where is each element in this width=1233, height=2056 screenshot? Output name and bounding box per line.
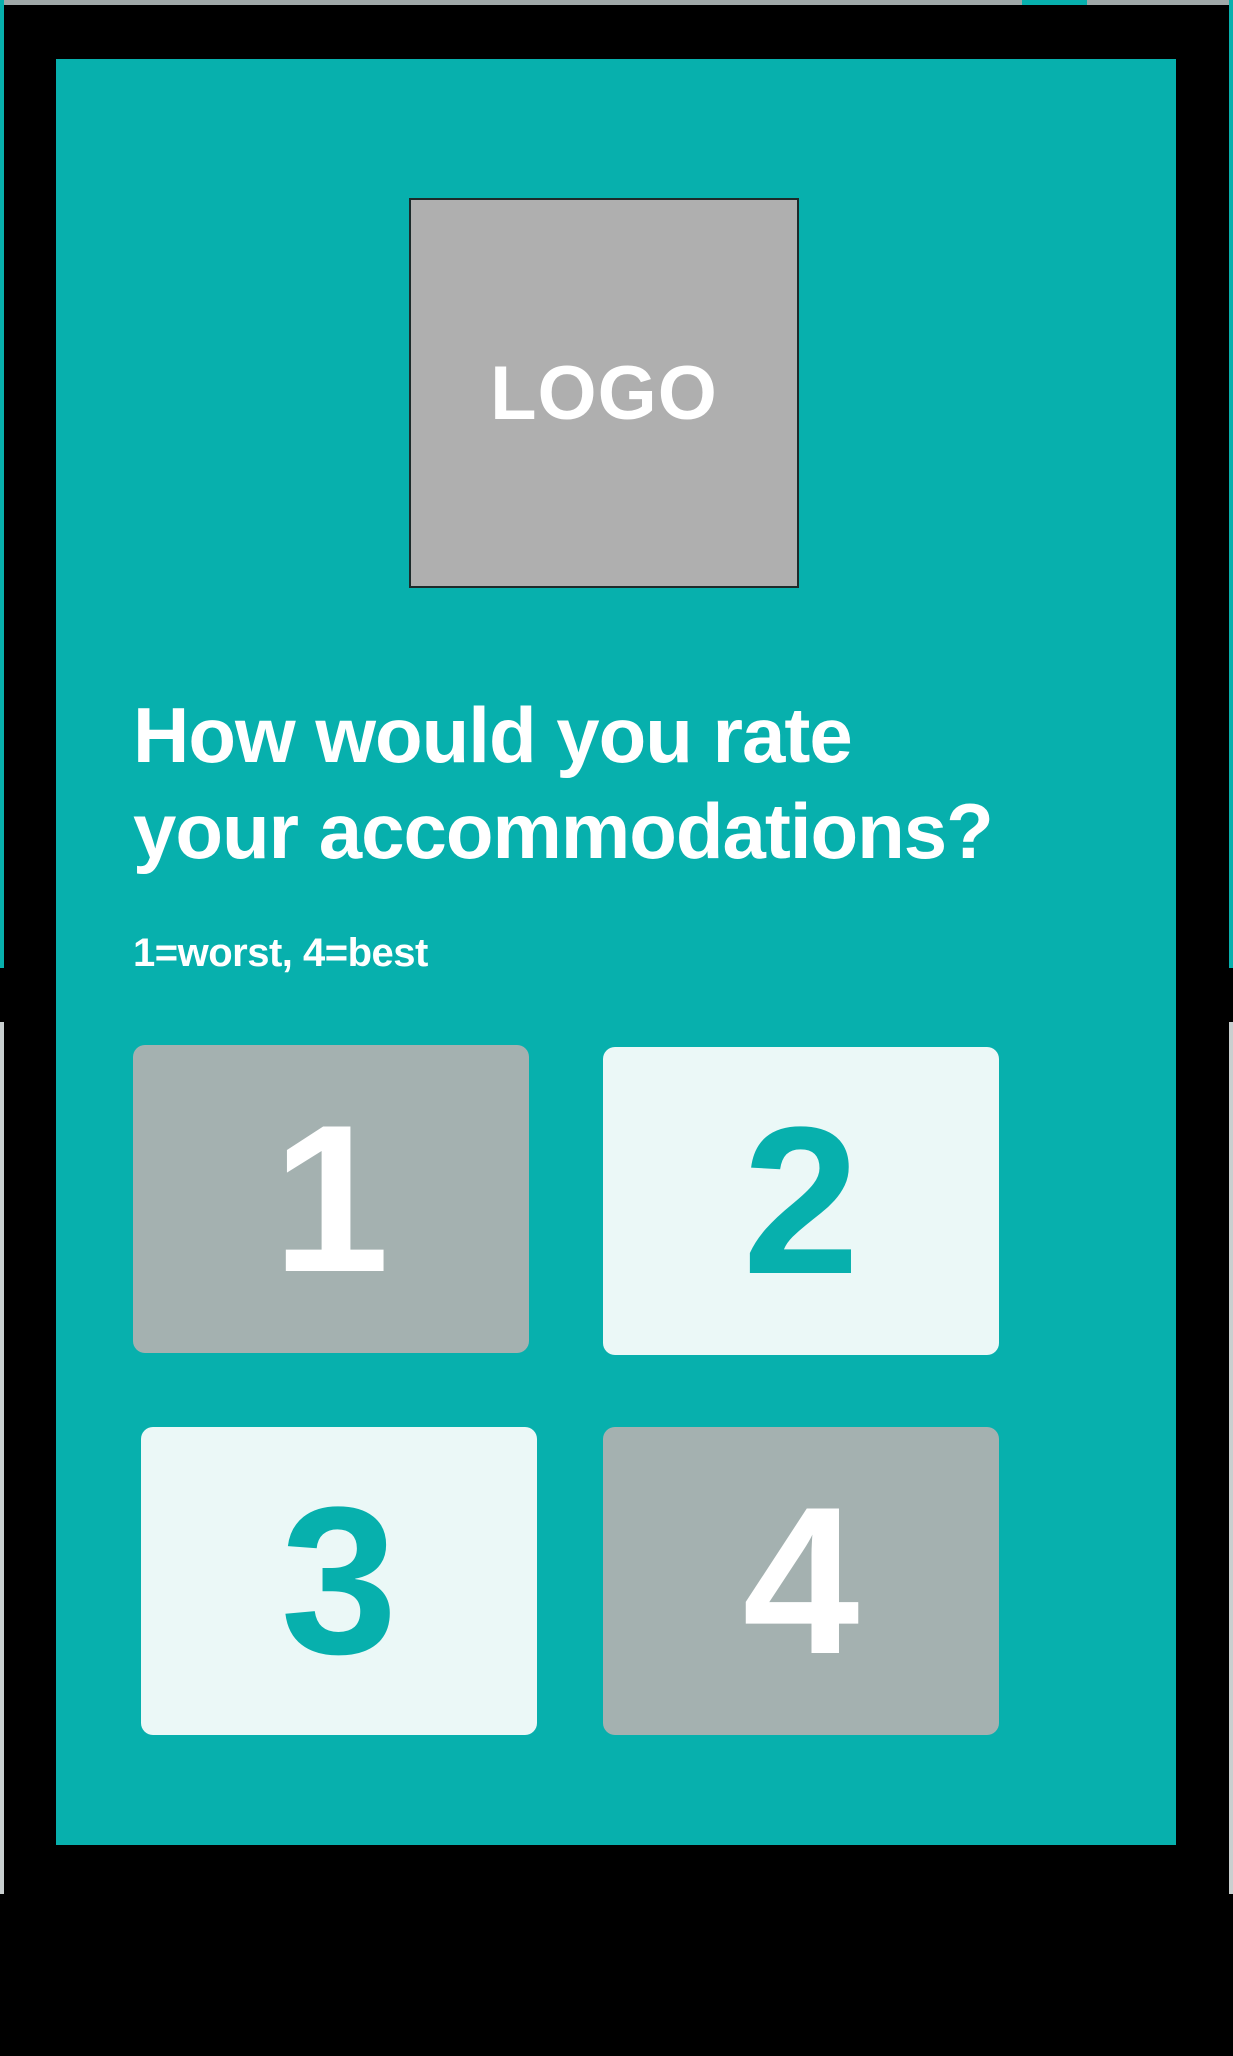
frame-left-lower-edge xyxy=(0,1022,4,1894)
rating-button-label: 4 xyxy=(742,1463,860,1698)
logo-placeholder: LOGO xyxy=(409,198,799,588)
rating-button-4[interactable]: 4 xyxy=(603,1427,999,1735)
rating-button-label: 1 xyxy=(272,1081,390,1316)
rating-button-label: 3 xyxy=(280,1463,398,1698)
frame-top-accent xyxy=(1022,0,1087,5)
frame-top-edge xyxy=(0,0,1233,5)
rating-button-3[interactable]: 3 xyxy=(141,1427,537,1735)
rating-button-2[interactable]: 2 xyxy=(603,1047,999,1355)
survey-question: How would you rate your accommodations? xyxy=(133,687,1093,879)
frame-right-edge xyxy=(1229,0,1233,968)
survey-question-line-1: How would you rate xyxy=(133,691,853,779)
rating-button-label: 2 xyxy=(742,1083,860,1318)
rating-button-1[interactable]: 1 xyxy=(133,1045,529,1353)
rating-scale-hint: 1=worst, 4=best xyxy=(133,931,428,975)
frame-right-lower-edge xyxy=(1229,1022,1233,1894)
frame-left-edge xyxy=(0,0,4,968)
logo-text: LOGO xyxy=(490,350,718,436)
survey-question-line-2: your accommodations? xyxy=(133,787,994,875)
kiosk-screen: LOGO How would you rate your accommodatio… xyxy=(56,59,1176,1845)
